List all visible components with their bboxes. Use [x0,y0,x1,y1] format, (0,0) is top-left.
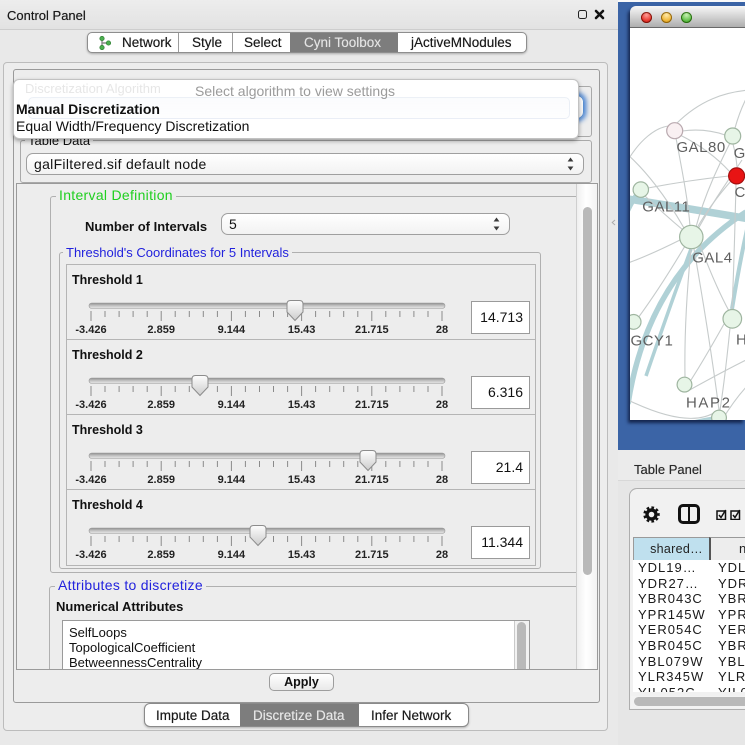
svg-text:GCY1: GCY1 [631,333,674,350]
svg-text:2.859: 2.859 [147,399,175,411]
svg-text:-3.426: -3.426 [75,399,106,411]
svg-text:21.715: 21.715 [355,549,389,561]
svg-text:21.715: 21.715 [355,474,389,486]
svg-text:28: 28 [436,399,448,411]
svg-text:-3.426: -3.426 [75,549,106,561]
svg-text:2.859: 2.859 [147,324,175,336]
svg-text:15.43: 15.43 [288,474,316,486]
svg-text:9.144: 9.144 [218,549,246,561]
svg-text:2.859: 2.859 [147,549,175,561]
svg-text:GAL4: GAL4 [692,250,732,267]
svg-text:9.144: 9.144 [218,399,246,411]
svg-text:15.43: 15.43 [288,399,316,411]
svg-text:28: 28 [436,474,448,486]
svg-text:2.859: 2.859 [147,474,175,486]
svg-text:HAP2: HAP2 [686,395,732,412]
svg-text:9.144: 9.144 [218,324,246,336]
svg-text:GAL80: GAL80 [677,139,726,156]
svg-text:9.144: 9.144 [218,474,246,486]
svg-text:28: 28 [436,324,448,336]
svg-text:C: C [735,184,745,201]
svg-text:21.715: 21.715 [355,324,389,336]
svg-text:GAL11: GAL11 [642,199,690,216]
svg-text:HI: HI [736,332,745,349]
svg-text:15.43: 15.43 [288,324,316,336]
svg-text:-3.426: -3.426 [75,324,106,336]
svg-text:-3.426: -3.426 [75,474,106,486]
svg-text:21.715: 21.715 [355,399,389,411]
svg-text:15.43: 15.43 [288,549,316,561]
svg-text:GA: GA [734,145,745,162]
svg-text:28: 28 [436,549,448,561]
